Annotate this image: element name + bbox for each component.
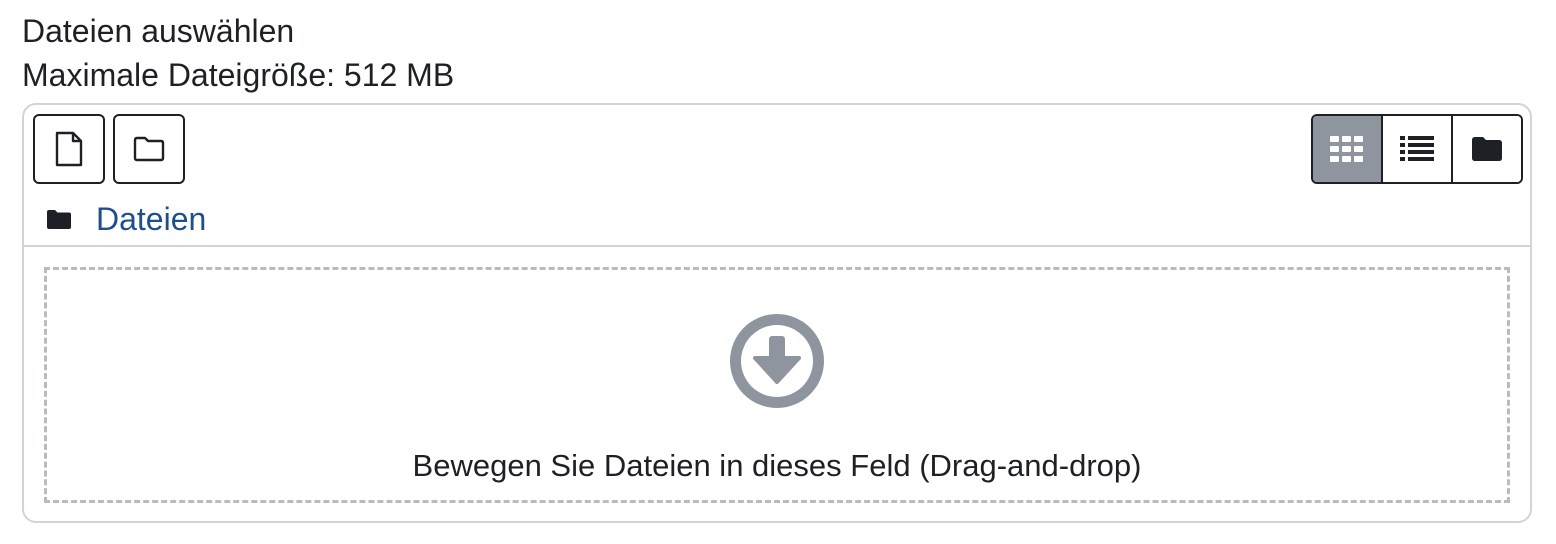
view-list-button[interactable] bbox=[1381, 116, 1451, 182]
add-folder-button[interactable] bbox=[113, 114, 185, 184]
view-mode-toggle bbox=[1311, 114, 1523, 184]
view-tree-button[interactable] bbox=[1451, 116, 1521, 182]
file-manager: Dateien Bewegen Sie Dateien in dieses Fe… bbox=[22, 103, 1532, 523]
breadcrumb: Dateien bbox=[46, 197, 206, 241]
folder-tree-icon bbox=[1471, 136, 1503, 162]
grid-icon bbox=[1330, 136, 1364, 162]
add-file-button[interactable] bbox=[33, 114, 105, 184]
field-label: Dateien auswählen bbox=[22, 13, 295, 49]
file-picker-page: Dateien auswählen Maximale Dateigröße: 5… bbox=[0, 0, 1556, 544]
max-file-size-label: Maximale Dateigröße: 512 MB bbox=[22, 57, 455, 93]
breadcrumb-link-dateien[interactable]: Dateien bbox=[96, 201, 206, 238]
toolbar-divider bbox=[24, 245, 1530, 247]
file-icon bbox=[54, 131, 84, 167]
view-icons-button[interactable] bbox=[1313, 116, 1381, 182]
folder-icon bbox=[46, 209, 72, 230]
list-icon bbox=[1400, 136, 1434, 162]
drag-and-drop-zone[interactable]: Bewegen Sie Dateien in dieses Feld (Drag… bbox=[44, 267, 1510, 503]
folder-outline-icon bbox=[133, 136, 165, 162]
download-arrow-icon bbox=[730, 314, 824, 408]
dropzone-instructions: Bewegen Sie Dateien in dieses Feld (Drag… bbox=[412, 448, 1142, 483]
